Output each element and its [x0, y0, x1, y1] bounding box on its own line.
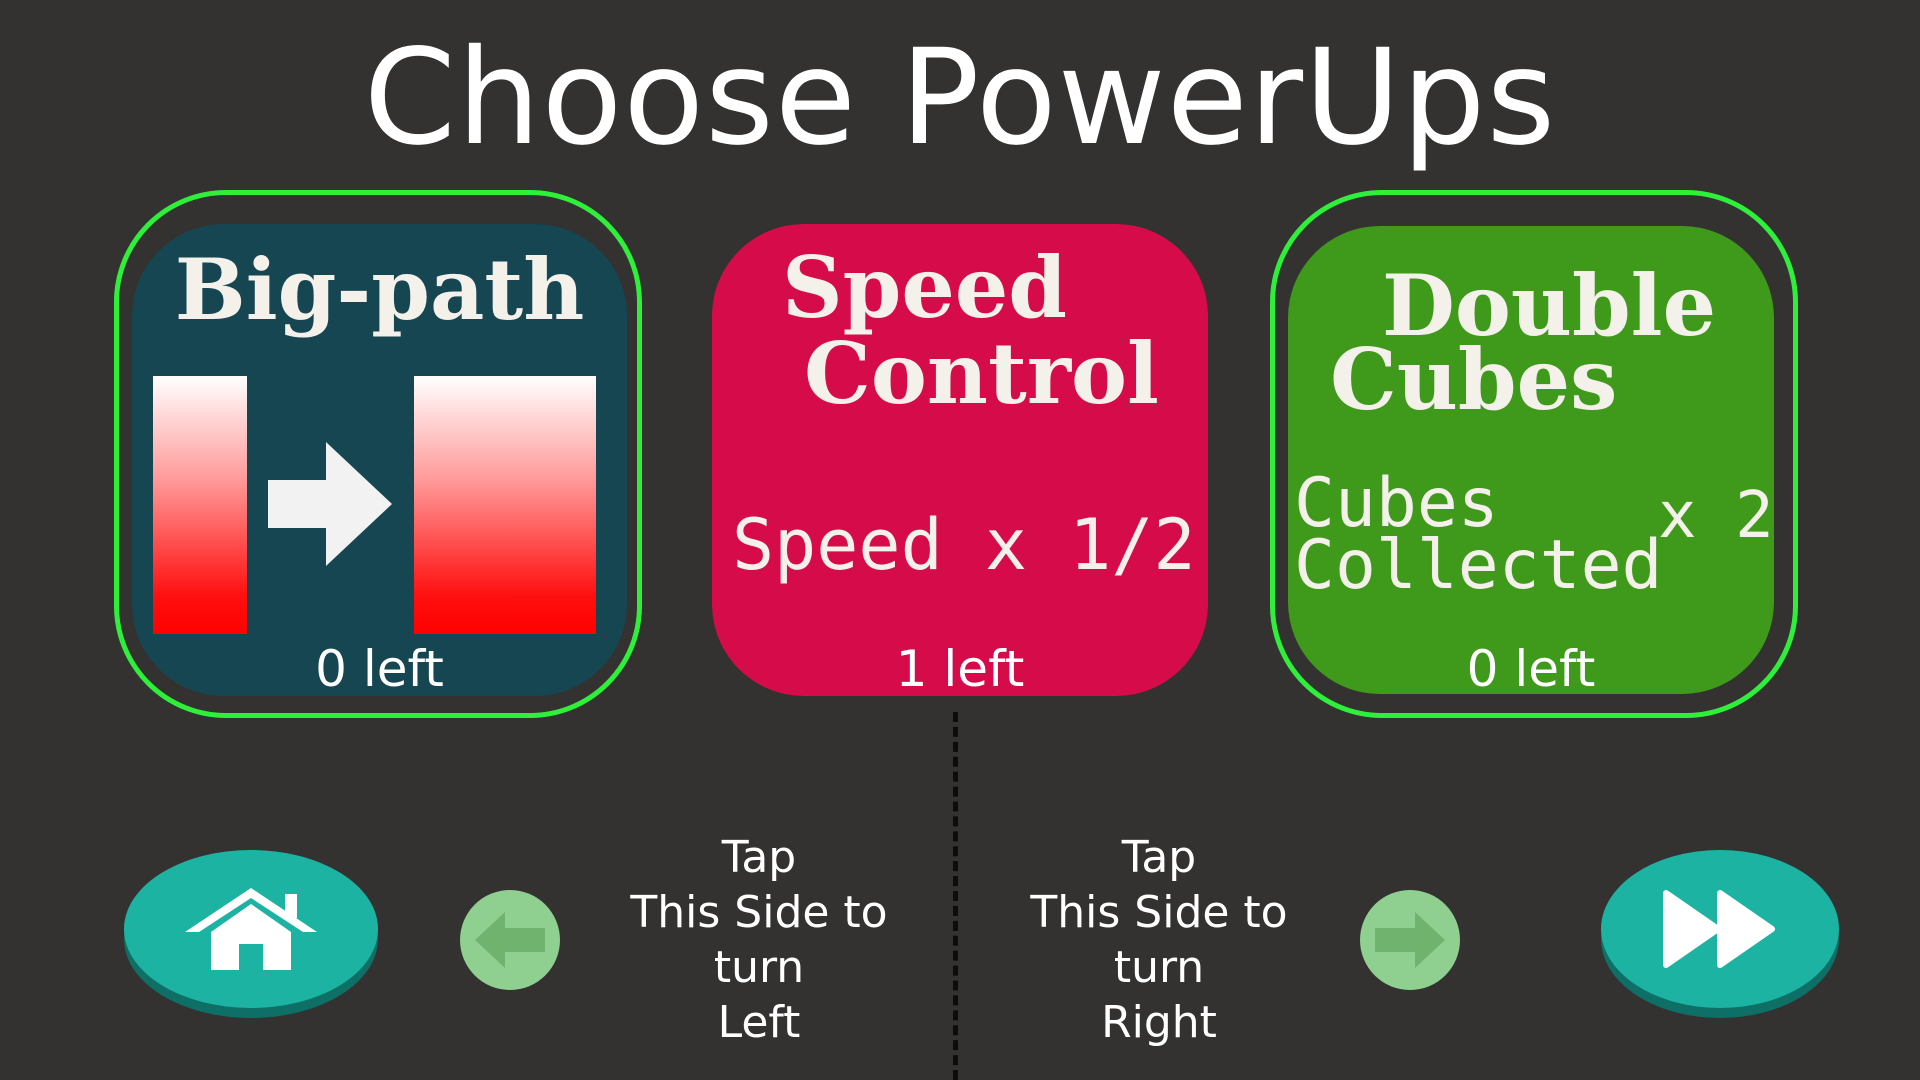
turn-right-button[interactable]: [1360, 890, 1460, 990]
tap-left-hint: Tap This Side to turn Left: [609, 830, 909, 1050]
powerup-title-line1: Speed: [782, 238, 1068, 337]
powerup-count: 1 left: [895, 640, 1025, 696]
hint-line: Tap: [721, 832, 797, 883]
fast-forward-icon: [1663, 890, 1775, 968]
arrow-left-icon: [475, 912, 545, 968]
screen-divider: [953, 712, 958, 1080]
powerup-effect-line2: Collected: [1294, 526, 1663, 605]
page-title: Choose PowerUps: [363, 21, 1557, 175]
powerup-card-speed-control[interactable]: Speed Control Speed x 1/2 1 left: [712, 224, 1208, 696]
wide-path-graphic: [414, 376, 596, 634]
powerup-title-line2: Cubes: [1330, 330, 1618, 429]
hint-line: This Side to: [630, 887, 888, 938]
arrow-right-icon: [1375, 912, 1445, 968]
powerup-title-line2: Control: [804, 324, 1159, 423]
turn-left-button[interactable]: [460, 890, 560, 990]
hint-line: This Side to: [1030, 887, 1288, 938]
home-icon: [185, 888, 317, 970]
hint-line: Right: [1101, 997, 1217, 1048]
powerup-multiplier: x 2: [1658, 479, 1774, 553]
hint-line: turn: [713, 942, 805, 993]
arrow-right-icon: [268, 442, 392, 566]
home-button[interactable]: [124, 850, 378, 1008]
tap-right-hint: Tap This Side to turn Right: [1009, 830, 1309, 1050]
powerup-effect: Speed x 1/2: [732, 504, 1196, 586]
powerup-card-big-path[interactable]: Big-path 0 left: [132, 224, 627, 696]
hint-line: Tap: [1121, 832, 1197, 883]
powerup-title: Big-path: [174, 240, 585, 339]
start-game-button[interactable]: [1601, 850, 1839, 1008]
narrow-path-graphic: [153, 376, 247, 634]
powerup-card-double-cubes[interactable]: Double Cubes Cubes Collected x 2 0 left: [1288, 226, 1774, 694]
powerup-count: 0 left: [315, 640, 444, 696]
hint-line: turn: [1113, 942, 1205, 993]
hint-line: Left: [717, 997, 801, 1048]
powerup-count: 0 left: [1466, 640, 1596, 694]
